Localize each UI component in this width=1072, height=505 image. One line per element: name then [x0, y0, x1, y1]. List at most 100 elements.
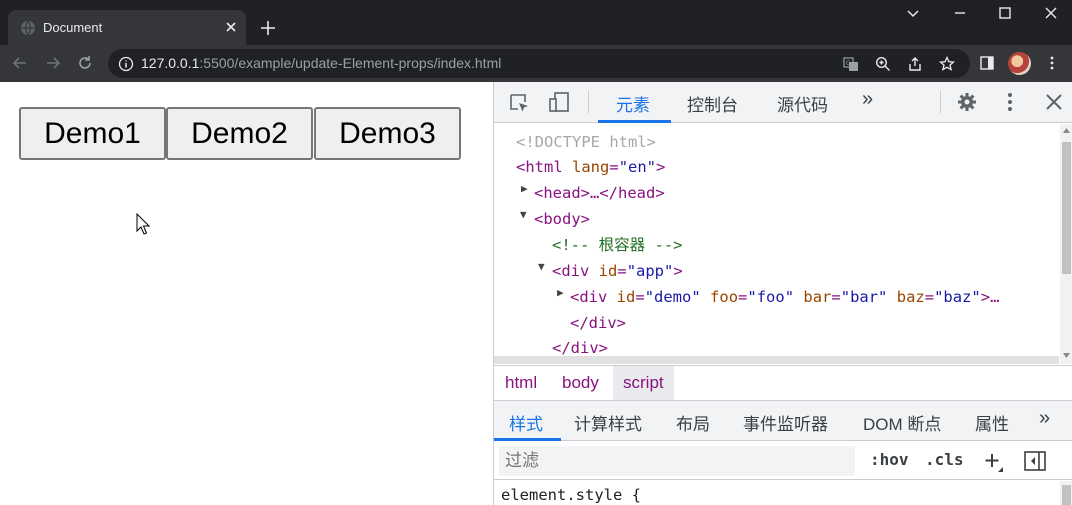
demo-ellipsis: >…	[980, 288, 1000, 306]
devtools-panel: 元素 控制台 源代码 » <!DOCTYPE html> <html lang=…	[493, 82, 1072, 505]
div-tag: <div	[570, 288, 608, 306]
collapse-app-icon[interactable]: ▼	[538, 260, 545, 273]
breadcrumb: html body script	[494, 365, 1072, 401]
minimize-icon[interactable]	[950, 3, 970, 23]
tab-computed[interactable]: 计算样式	[574, 410, 642, 435]
tab-sources[interactable]: 源代码	[777, 91, 828, 116]
more-subtabs-icon[interactable]: »	[1039, 407, 1050, 430]
demo2-button[interactable]: Demo2	[166, 107, 313, 160]
toggle-sidebar-icon[interactable]	[1023, 450, 1047, 472]
site-info-icon[interactable]	[118, 56, 134, 72]
doctype-text: <!DOCTYPE html>	[516, 133, 656, 151]
styles-tab-bar: 样式 计算样式 布局 事件监听器 DOM 断点 属性 »	[494, 401, 1072, 441]
tab-strip: Document	[0, 0, 1072, 45]
dom-node-head[interactable]: <head>…</head>	[534, 181, 665, 205]
collapse-body-icon[interactable]: ▼	[520, 208, 527, 221]
div-tag: <div	[552, 262, 590, 280]
new-style-rule-icon[interactable]	[983, 451, 1005, 473]
tab-title: Document	[43, 20, 103, 35]
close-tab-icon[interactable]	[223, 19, 239, 35]
share-icon[interactable]	[907, 56, 923, 72]
tab-elements[interactable]: 元素	[616, 91, 650, 116]
hov-toggle[interactable]: :hov	[870, 450, 909, 469]
dom-node-doctype[interactable]: <!DOCTYPE html>	[516, 130, 656, 154]
tab-event-listeners[interactable]: 事件监听器	[743, 410, 828, 435]
forward-icon[interactable]	[44, 54, 62, 72]
url-path: :5500/example/update-Element-props/index…	[199, 55, 502, 71]
id-value: "demo"	[644, 288, 701, 306]
toolbar-divider	[588, 91, 589, 113]
bar-value: "bar"	[840, 288, 888, 306]
id-value: "app"	[626, 262, 674, 280]
crumb-html[interactable]: html	[495, 366, 547, 400]
maximize-icon[interactable]	[995, 3, 1015, 23]
demo3-button[interactable]: Demo3	[314, 107, 461, 160]
tab-properties[interactable]: 属性	[975, 410, 1009, 435]
body-tag: <body>	[534, 210, 590, 228]
reload-icon[interactable]	[76, 54, 94, 72]
globe-icon	[21, 20, 35, 36]
browser-tab[interactable]: Document	[8, 10, 246, 45]
address-bar[interactable]: 127.0.0.1:5500/example/update-Element-pr…	[108, 49, 970, 78]
profile-avatar[interactable]	[1008, 52, 1031, 75]
zoom-icon[interactable]	[875, 56, 891, 72]
bar-attr: bar	[803, 288, 832, 306]
tab-layout[interactable]: 布局	[676, 410, 710, 435]
svg-text:G: G	[846, 60, 851, 67]
inspect-element-icon[interactable]	[508, 92, 530, 114]
tab-styles[interactable]: 样式	[509, 410, 543, 435]
dom-node-comment[interactable]: <!-- 根容器 -->	[552, 233, 683, 257]
id-attr: id	[616, 288, 636, 306]
dom-node-html[interactable]: <html lang="en">	[516, 155, 665, 179]
lang-attr: lang	[572, 158, 610, 176]
translate-icon[interactable]: G	[843, 56, 859, 72]
crumb-script[interactable]: script	[613, 366, 674, 400]
scrollbar-thumb[interactable]	[1062, 485, 1071, 505]
head-tag: <head>…</head>	[534, 184, 665, 202]
dom-tree: <!DOCTYPE html> <html lang="en"> ▶ <head…	[494, 124, 1059, 364]
more-tabs-icon[interactable]: »	[862, 88, 873, 111]
html-tag: <html	[516, 158, 563, 176]
back-icon[interactable]	[11, 54, 29, 72]
tab-search-icon[interactable]	[903, 3, 923, 23]
crumb-body[interactable]: body	[552, 366, 609, 400]
scrollbar-thumb[interactable]	[1062, 142, 1071, 274]
expand-head-icon[interactable]: ▶	[521, 182, 528, 195]
devtools-tab-bar: 元素 控制台 源代码 »	[494, 82, 1072, 123]
dom-node-body[interactable]: <body>	[534, 207, 590, 231]
more-menu-icon[interactable]	[1044, 55, 1060, 71]
baz-attr: baz	[896, 288, 925, 306]
close-window-icon[interactable]	[1041, 3, 1061, 23]
demo1-button[interactable]: Demo1	[19, 107, 166, 160]
comment-text: <!-- 根容器 -->	[552, 236, 683, 254]
styles-toolbar: :hov .cls	[494, 442, 1072, 480]
element-style-rule[interactable]: element.style {	[501, 486, 641, 504]
dom-vertical-scrollbar[interactable]	[1060, 124, 1072, 364]
bookmark-star-icon[interactable]	[939, 56, 955, 72]
dom-node-div-app[interactable]: <div id="app">	[552, 259, 683, 283]
devtools-more-icon[interactable]	[999, 91, 1021, 113]
tab-console[interactable]: 控制台	[687, 91, 738, 116]
toolbar-divider	[940, 91, 941, 113]
active-subtab-indicator	[494, 438, 561, 441]
div-close-tag: </div>	[552, 339, 608, 357]
dom-node-div-close[interactable]: </div>	[570, 311, 626, 335]
device-toolbar-icon[interactable]	[548, 91, 570, 113]
close-devtools-icon[interactable]	[1043, 91, 1065, 113]
side-panel-icon[interactable]	[979, 55, 995, 71]
dom-node-div-demo[interactable]: <div id="demo" foo="foo" bar="bar" baz="…	[570, 285, 999, 309]
tab-dom-breakpoints[interactable]: DOM 断点	[863, 410, 941, 435]
div-close-tag: </div>	[570, 314, 626, 332]
new-tab-icon[interactable]	[258, 18, 278, 38]
url-text[interactable]: 127.0.0.1:5500/example/update-Element-pr…	[141, 55, 501, 71]
scroll-down-icon[interactable]	[1063, 353, 1070, 358]
horizontal-scrollbar[interactable]	[494, 356, 1059, 364]
foo-attr: foo	[710, 288, 739, 306]
expand-demo-icon[interactable]: ▶	[557, 286, 564, 299]
settings-gear-icon[interactable]	[956, 91, 978, 113]
scroll-up-icon[interactable]	[1063, 128, 1070, 133]
page-viewport: Demo1 Demo2 Demo3	[0, 82, 493, 505]
styles-vertical-scrollbar[interactable]	[1060, 481, 1072, 505]
cls-toggle[interactable]: .cls	[925, 450, 964, 469]
styles-filter-input[interactable]	[499, 446, 855, 476]
